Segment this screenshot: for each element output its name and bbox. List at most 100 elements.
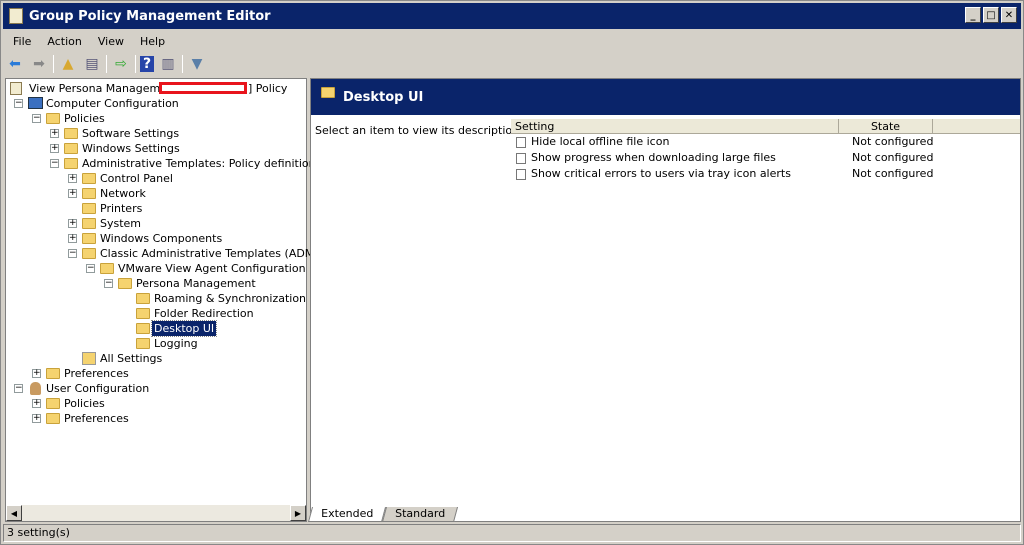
forward-icon[interactable]: ➡ <box>29 54 49 74</box>
tree-item[interactable]: + System <box>6 216 304 231</box>
setting-name: Hide local offline file icon <box>531 135 670 148</box>
tree-item[interactable]: Folder Redirection <box>6 306 304 321</box>
setting-name: Show progress when downloading large fil… <box>531 151 776 164</box>
tree-item-label: Logging <box>154 337 198 350</box>
tree-item[interactable]: Desktop UI <box>6 320 304 337</box>
computer-icon <box>28 97 43 109</box>
tree-item[interactable]: View Persona Management [ ] Policy <box>6 81 304 96</box>
filter-icon[interactable]: ▼ <box>187 54 207 74</box>
setting-state: Not configured <box>852 135 934 148</box>
folder-icon <box>136 338 150 349</box>
user-icon <box>30 382 41 395</box>
tab-standard[interactable]: Standard <box>382 507 459 522</box>
tree-item[interactable]: + Preferences <box>6 411 304 426</box>
settings-table: Setting State Hide local offline file ic… <box>511 119 1020 182</box>
collapse-icon[interactable]: − <box>14 99 23 108</box>
folder-icon <box>46 398 60 409</box>
tree-item[interactable]: Roaming & Synchronization <box>6 291 306 306</box>
toolbar: ⬅ ➡ ▲ ▤ ⇨ ? ▥ ▼ <box>5 53 207 75</box>
redaction-box <box>159 82 247 94</box>
expand-icon[interactable]: + <box>50 129 59 138</box>
collapse-icon[interactable]: − <box>14 384 23 393</box>
expand-icon[interactable]: + <box>32 414 41 423</box>
scroll-left-icon[interactable]: ◀ <box>6 505 22 521</box>
collapse-icon[interactable]: − <box>32 114 41 123</box>
tree-item-label: Network <box>100 187 146 200</box>
collapse-icon[interactable]: − <box>50 159 59 168</box>
tree-item[interactable]: + Windows Settings <box>6 141 304 156</box>
tree-item[interactable]: + Software Settings <box>6 126 304 141</box>
column-header-setting[interactable]: Setting <box>511 119 839 133</box>
up-folder-icon[interactable]: ▲ <box>58 54 78 74</box>
table-row[interactable]: Show critical errors to users via tray i… <box>511 166 1020 182</box>
expand-icon[interactable]: + <box>68 174 77 183</box>
table-row[interactable]: Show progress when downloading large fil… <box>511 150 1020 166</box>
show-hide-tree-icon[interactable]: ▤ <box>82 54 102 74</box>
tree-item[interactable]: − Persona Management <box>6 276 304 291</box>
window: Group Policy Management Editor _ □ ✕ Fil… <box>0 0 1024 545</box>
tree-item-label: Policies <box>64 112 105 125</box>
expand-icon[interactable]: + <box>32 369 41 378</box>
close-button[interactable]: ✕ <box>1001 7 1017 23</box>
menu-action[interactable]: Action <box>39 33 89 51</box>
expand-icon[interactable]: + <box>68 189 77 198</box>
tree-item[interactable]: + Network <box>6 186 304 201</box>
collapse-icon[interactable]: − <box>104 279 113 288</box>
folder-icon <box>64 143 78 154</box>
tree-item[interactable]: Printers <box>6 201 304 216</box>
column-header-state[interactable]: State <box>839 119 933 133</box>
expand-icon[interactable]: + <box>32 399 41 408</box>
setting-state: Not configured <box>852 167 934 180</box>
folder-icon <box>136 323 150 334</box>
back-icon[interactable]: ⬅ <box>5 54 25 74</box>
expand-icon[interactable]: + <box>50 144 59 153</box>
tree-item-label: Preferences <box>64 412 129 425</box>
menu-file[interactable]: File <box>5 33 39 51</box>
expand-icon[interactable]: + <box>68 219 77 228</box>
tree-item[interactable]: + Policies <box>6 396 304 411</box>
horizontal-scrollbar[interactable]: ◀ ▶ <box>6 505 306 521</box>
collapse-icon[interactable]: − <box>68 249 77 258</box>
tree-item[interactable]: + Control Panel <box>6 171 304 186</box>
tree-item[interactable]: All Settings <box>6 351 304 366</box>
expand-icon[interactable]: + <box>68 234 77 243</box>
maximize-button[interactable]: □ <box>983 7 999 23</box>
minimize-button[interactable]: _ <box>965 7 981 23</box>
tree-item-label: All Settings <box>100 352 163 365</box>
divider <box>53 55 54 73</box>
folder-icon <box>64 158 78 169</box>
folder-icon <box>82 188 96 199</box>
details-header: Desktop UI <box>311 79 1020 115</box>
tree-item[interactable]: − Administrative Templates: Policy defini… <box>6 156 362 171</box>
setting-state: Not configured <box>852 151 934 164</box>
menu-help[interactable]: Help <box>132 33 173 51</box>
show-hide-action-icon[interactable]: ▥ <box>158 54 178 74</box>
tree-item[interactable]: − Policies <box>6 111 304 126</box>
folder-icon <box>321 87 335 98</box>
tree-item[interactable]: − Classic Administrative Templates (ADM) <box>6 246 319 261</box>
tree-item[interactable]: + Preferences <box>6 366 304 381</box>
tree-item-label: System <box>100 217 142 230</box>
tree-item[interactable]: − VMware View Agent Configuration <box>6 261 306 276</box>
menu-view[interactable]: View <box>90 33 132 51</box>
tree-item-label: Policies <box>64 397 105 410</box>
tree-item-label: Control Panel <box>100 172 173 185</box>
tab-extended[interactable]: Extended <box>307 507 387 522</box>
help-icon[interactable]: ? <box>140 56 154 72</box>
folder-icon <box>100 263 114 274</box>
table-row[interactable]: Hide local offline file icon Not configu… <box>511 134 1020 150</box>
scroll-right-icon[interactable]: ▶ <box>290 505 306 521</box>
tree-item[interactable]: + Windows Components <box>6 231 304 246</box>
gpo-icon <box>10 82 22 95</box>
tree-item-label: Classic Administrative Templates (ADM) <box>100 247 319 260</box>
folder-icon <box>46 413 60 424</box>
tree-item[interactable]: − Computer Configuration <box>6 96 304 111</box>
folder-icon <box>46 368 60 379</box>
tree-item-label: Roaming & Synchronization <box>154 292 307 305</box>
details-title: Desktop UI <box>343 89 424 105</box>
tree-item[interactable]: Logging <box>6 336 304 351</box>
tree-item-label: Preferences <box>64 367 129 380</box>
export-icon[interactable]: ⇨ <box>111 54 131 74</box>
collapse-icon[interactable]: − <box>86 264 95 273</box>
tree-item[interactable]: − User Configuration <box>6 381 304 396</box>
